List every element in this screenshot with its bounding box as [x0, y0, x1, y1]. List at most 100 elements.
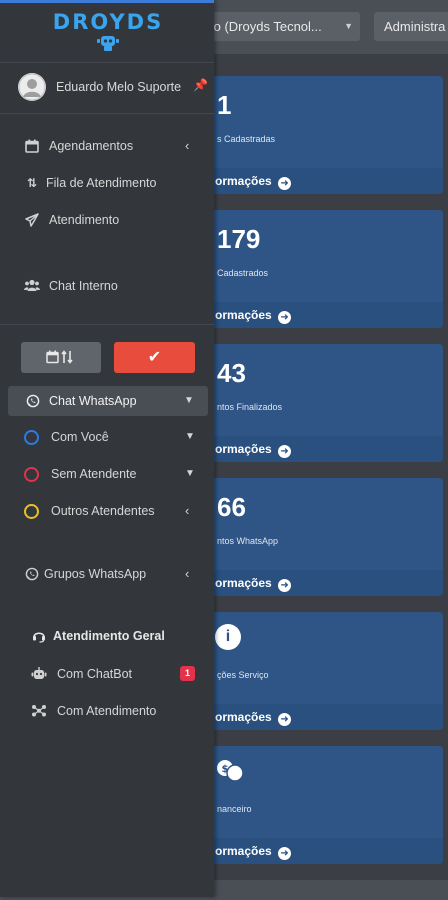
stat-value: 1	[217, 90, 232, 120]
divider	[0, 113, 214, 114]
svg-text:$: $	[222, 764, 229, 775]
whatsapp-icon-svg	[25, 567, 39, 581]
sidebar-item-label: Chat WhatsApp	[49, 394, 137, 408]
money-chat-icon-svg: $	[217, 760, 244, 782]
sidebar-item-label: Grupos WhatsApp	[44, 567, 147, 581]
stat-value: 179	[217, 224, 261, 254]
chevron-left-icon: ‹	[185, 138, 190, 153]
brand-logo[interactable]: DROYDS	[48, 10, 168, 51]
info-icon: i	[215, 624, 241, 650]
sidebar-item-label: Agendamentos	[49, 139, 134, 153]
sidebar-item-chat-whatsapp[interactable]: Chat WhatsApp ▼	[8, 386, 208, 416]
sidebar-item-atendimento[interactable]: Atendimento	[0, 205, 214, 235]
sidebar-item-label: Fila de Atendimento	[46, 176, 157, 190]
paper-plane-icon-svg	[25, 213, 39, 227]
sidebar-item-com-voce[interactable]: Com Você ▼	[0, 422, 214, 452]
calendar-sort-icon-svg	[46, 350, 73, 364]
user-name: Eduardo Melo Suporte	[56, 80, 182, 94]
calendar-sort-icon	[46, 350, 76, 365]
stat-card: 66 ntos WhatsApp ormações ➜	[193, 478, 443, 596]
stat-label: ntos WhatsApp	[217, 536, 279, 546]
more-info-label: ormações	[215, 710, 272, 724]
network-icon-svg	[32, 705, 46, 717]
arrow-right-circle-icon: ➜	[278, 311, 292, 324]
stat-value: 43	[217, 358, 246, 388]
robot-icon	[97, 36, 119, 51]
arrow-right-circle-icon: ➜	[278, 177, 292, 190]
check-icon: ✔	[147, 349, 162, 366]
sidebar-item-chat-interno[interactable]: Chat Interno	[0, 271, 214, 301]
sidebar-item-fila-de-atendimento[interactable]: ⇅ Fila de Atendimento	[0, 168, 214, 198]
app-root: to (Droyds Tecnol... ▼ Administra 1 s Ca…	[0, 0, 448, 900]
chevron-down-icon: ▼	[185, 431, 195, 442]
more-info-label: ormações	[215, 442, 272, 456]
more-info-label: ormações	[215, 844, 272, 858]
more-info-label: ormações	[215, 308, 272, 322]
notification-badge: 1	[180, 666, 195, 681]
sidebar-top-stripe	[0, 0, 214, 3]
whatsapp-icon	[24, 567, 40, 581]
confirm-button[interactable]: ✔	[114, 342, 195, 373]
user-panel[interactable]: Eduardo Melo Suporte 📌	[18, 73, 208, 101]
users-icon	[24, 279, 40, 293]
stat-card: $ nanceiro ormações ➜	[193, 746, 443, 864]
more-info-link[interactable]: ormações ➜	[193, 570, 443, 596]
divider	[0, 62, 214, 63]
chevron-down-icon: ▼	[185, 468, 195, 479]
sidebar-item-label: Chat Interno	[49, 279, 118, 293]
more-info-link[interactable]: ormações ➜	[193, 436, 443, 462]
chevron-left-icon: ‹	[185, 503, 190, 518]
stat-label: nanceiro	[217, 804, 252, 814]
headset-icon	[31, 629, 47, 643]
divider	[0, 324, 214, 325]
more-info-label: ormações	[215, 174, 272, 188]
sidebar-item-label: Com ChatBot	[57, 667, 133, 681]
sidebar-item-label: Atendimento	[49, 213, 120, 227]
section-title: Atendimento Geral	[53, 629, 165, 643]
pin-icon[interactable]: 📌	[193, 78, 208, 92]
arrow-right-circle-icon: ➜	[278, 713, 292, 726]
organization-select[interactable]: to (Droyds Tecnol... ▼	[196, 12, 360, 41]
stat-card: 179 Cadastrados ormações ➜	[193, 210, 443, 328]
network-icon	[31, 704, 47, 718]
stat-card: 1 s Cadastradas ormações ➜	[193, 76, 443, 194]
role-select-value: Administra	[384, 19, 446, 34]
calendar-icon	[24, 139, 40, 153]
stat-label: ções Serviço	[217, 670, 269, 680]
sidebar-item-agendamentos[interactable]: Agendamentos ‹	[0, 131, 214, 161]
stat-label: Cadastrados	[217, 268, 269, 278]
sidebar-item-grupos-whatsapp[interactable]: Grupos WhatsApp ‹	[0, 559, 214, 589]
more-info-link[interactable]: ormações ➜	[193, 704, 443, 730]
sidebar-item-label: Outros Atendentes	[51, 504, 155, 518]
circle-yellow-icon	[24, 504, 39, 519]
robot-icon	[31, 667, 47, 681]
stat-card: i ções Serviço ormações ➜	[193, 612, 443, 730]
more-info-link[interactable]: ormações ➜	[193, 838, 443, 864]
sidebar-item-sem-atendente[interactable]: Sem Atendente ▼	[0, 459, 214, 489]
users-icon-svg	[24, 279, 40, 291]
circle-blue-icon	[24, 430, 39, 445]
arrow-right-circle-icon: ➜	[278, 847, 292, 860]
stat-label: s Cadastradas	[217, 134, 276, 144]
stat-label: ntos Finalizados	[217, 402, 283, 412]
sidebar-item-outros-atendentes[interactable]: Outros Atendentes ‹	[0, 496, 214, 526]
stat-value: 66	[217, 492, 246, 522]
more-info-label: ormações	[215, 576, 272, 590]
headset-icon-svg	[33, 632, 45, 643]
more-info-link[interactable]: ormações ➜	[193, 168, 443, 194]
paper-plane-icon	[24, 213, 40, 227]
brand-name: DROYDS	[52, 10, 164, 34]
avatar	[18, 73, 46, 101]
user-avatar-icon	[18, 73, 46, 101]
sort-icon: ⇅	[26, 176, 38, 190]
calendar-icon-svg	[25, 139, 39, 153]
sidebar-item-com-atendimento[interactable]: Com Atendimento	[0, 696, 214, 726]
money-chat-icon: $	[215, 758, 244, 784]
schedule-sort-button[interactable]	[21, 342, 101, 373]
sidebar: DROYDS Eduardo Melo Suporte 📌 Agendament…	[0, 0, 214, 897]
robot-icon-svg	[31, 667, 47, 679]
more-info-link[interactable]: ormações ➜	[193, 302, 443, 328]
role-select[interactable]: Administra	[374, 12, 448, 41]
sidebar-section-atendimento-geral: Atendimento Geral	[0, 621, 214, 651]
arrow-right-circle-icon: ➜	[278, 579, 292, 592]
